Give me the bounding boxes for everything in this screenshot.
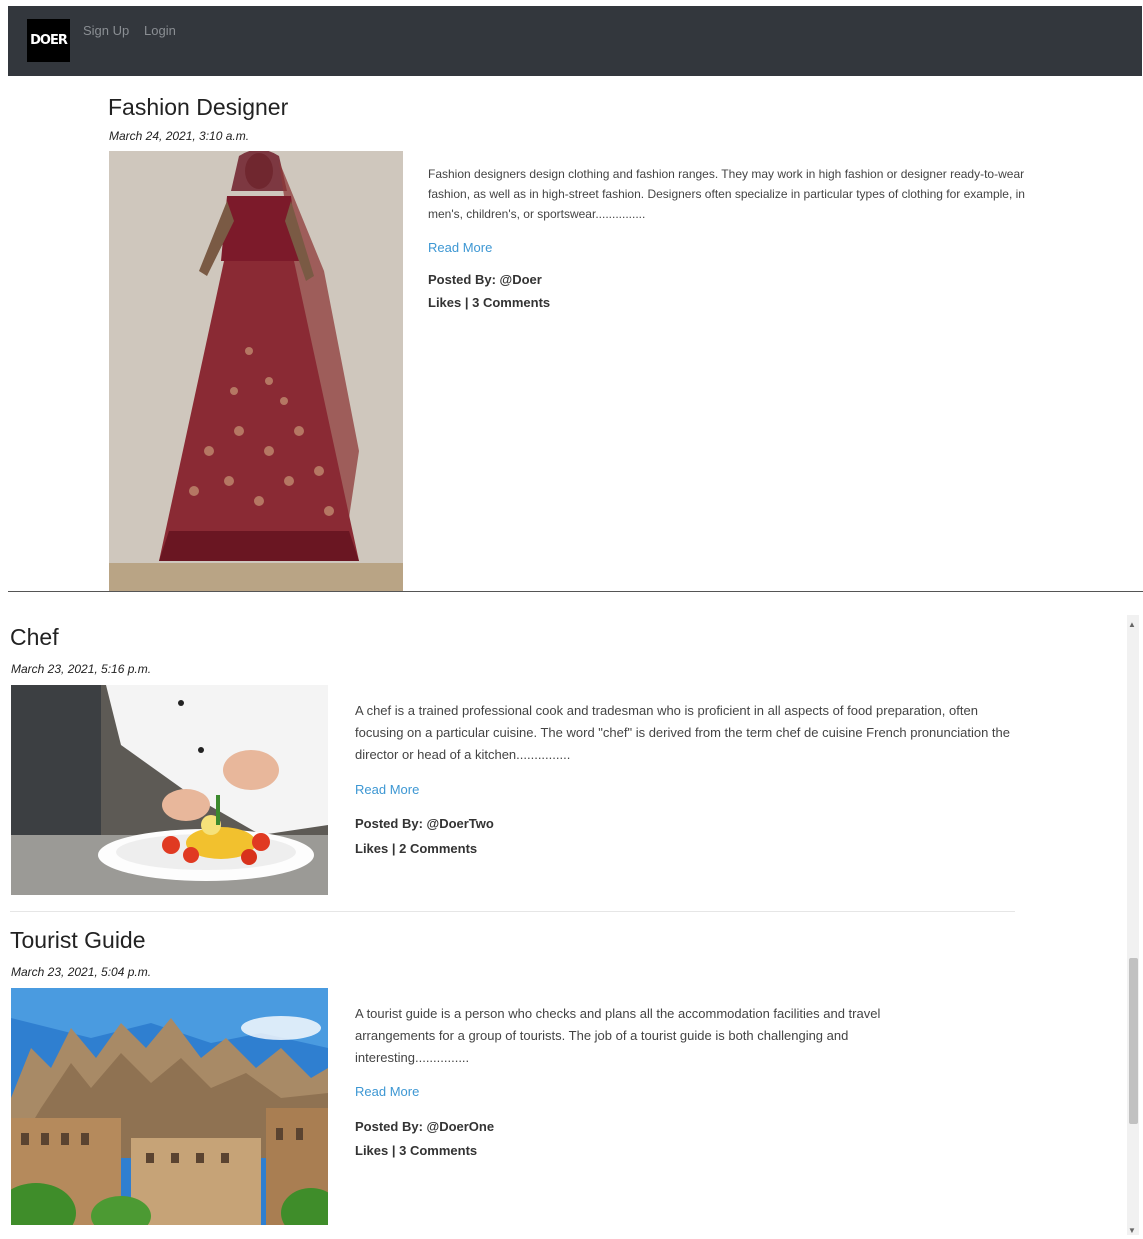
post-author[interactable]: Posted By: @DoerTwo <box>355 816 494 831</box>
post-date: March 23, 2021, 5:04 p.m. <box>11 965 152 979</box>
scroll-up-arrow-icon[interactable]: ▲ <box>1128 620 1136 629</box>
nav-signup-link[interactable]: Sign Up <box>83 23 129 38</box>
screenshot-top: DOER Sign Up Login Fashion Designer Marc… <box>8 6 1142 591</box>
scrollbar-track[interactable] <box>1127 615 1139 1235</box>
post-author[interactable]: Posted By: @Doer <box>428 272 542 287</box>
scroll-down-arrow-icon[interactable]: ▼ <box>1128 1226 1136 1235</box>
nav-login-link[interactable]: Login <box>144 23 176 38</box>
scrollbar-thumb[interactable] <box>1129 958 1138 1124</box>
divider <box>8 591 1143 592</box>
post-title[interactable]: Chef <box>10 624 59 651</box>
chef-post-image <box>11 685 328 895</box>
navbar: DOER Sign Up Login <box>8 6 1142 76</box>
tourist-guide-post-image <box>11 988 328 1225</box>
post-excerpt: A tourist guide is a person who checks a… <box>355 1006 881 1065</box>
post-author[interactable]: Posted By: @DoerOne <box>355 1119 494 1134</box>
post-date: March 24, 2021, 3:10 a.m. <box>109 129 250 143</box>
post-excerpt: A chef is a trained professional cook an… <box>355 703 1010 762</box>
post-separator <box>10 911 1015 912</box>
post-title[interactable]: Fashion Designer <box>108 94 288 121</box>
read-more-link[interactable]: Read More <box>355 1084 419 1099</box>
post-likes-comments[interactable]: Likes | 3 Comments <box>428 295 550 310</box>
post-title[interactable]: Tourist Guide <box>10 927 146 954</box>
post-date: March 23, 2021, 5:16 p.m. <box>11 662 152 676</box>
post-likes-comments[interactable]: Likes | 3 Comments <box>355 1143 477 1158</box>
read-more-link[interactable]: Read More <box>355 782 419 797</box>
fashion-post-image <box>109 151 403 591</box>
read-more-link[interactable]: Read More <box>428 240 492 255</box>
post-excerpt: Fashion designers design clothing and fa… <box>428 167 1025 221</box>
post-likes-comments[interactable]: Likes | 2 Comments <box>355 841 477 856</box>
brand-logo[interactable]: DOER <box>27 19 70 62</box>
